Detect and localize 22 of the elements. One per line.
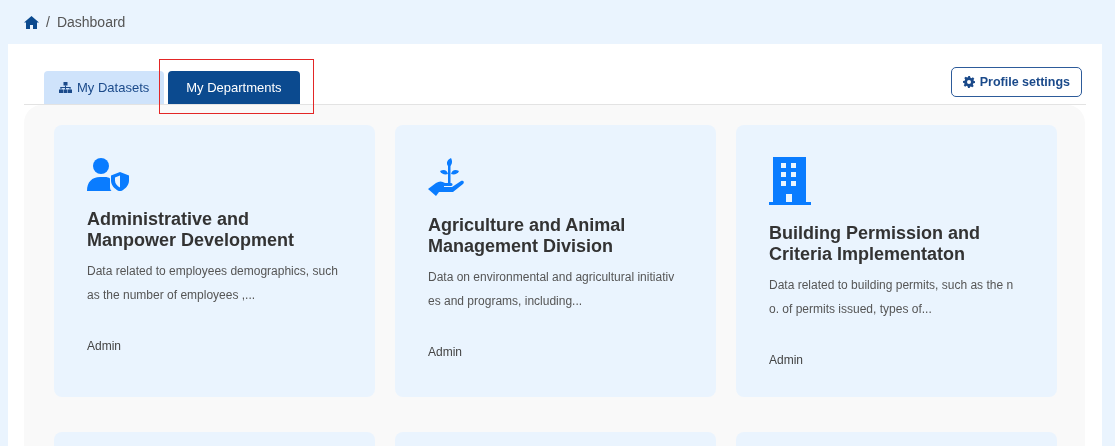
home-icon[interactable] (24, 15, 39, 29)
settings-icon (962, 76, 975, 88)
tab[interactable]: My Datasets (44, 71, 165, 104)
card-title: Administrative and Manpower Development (87, 209, 296, 251)
profile-settings-button[interactable]: Profile settings (950, 67, 1082, 97)
breadcrumb-separator: / (46, 14, 50, 30)
card-title: Building Permission and Criteria Implementaton (769, 223, 982, 265)
user-shield-icon (87, 157, 129, 191)
card-owner: Admin (769, 353, 804, 367)
card-owner: Admin (428, 345, 463, 359)
hierarchy-icon (59, 82, 72, 93)
card-owner: Admin (87, 339, 122, 353)
building-icon (769, 157, 811, 205)
department-card[interactable]: Administrative and Manpower Development Data related to employees demographics, such as the number of employees ,... Admin (54, 125, 375, 397)
card-title: Agriculture and Animal Management Division (428, 215, 627, 257)
department-card[interactable]: Agriculture and Animal Management Division Data on environmental and agricultural initiativ es and programs, including... Admin (395, 125, 716, 397)
department-card[interactable]: Building Permission and Criteria Implementaton Data related to building permits, such as the n o. of permits issued, types of... Admin (736, 125, 1057, 397)
card-description: Data related to employees demographics, such as the number of employees ,... (87, 263, 339, 304)
card-description: Data related to building permits, such as the n o. of permits issued, types of... (769, 277, 1015, 318)
card-description: Data on environmental and agricultural initiativ es and programs, including... (428, 269, 676, 310)
breadcrumb-current: Dashboard (56, 14, 126, 30)
tab[interactable]: My Departments (168, 71, 300, 104)
